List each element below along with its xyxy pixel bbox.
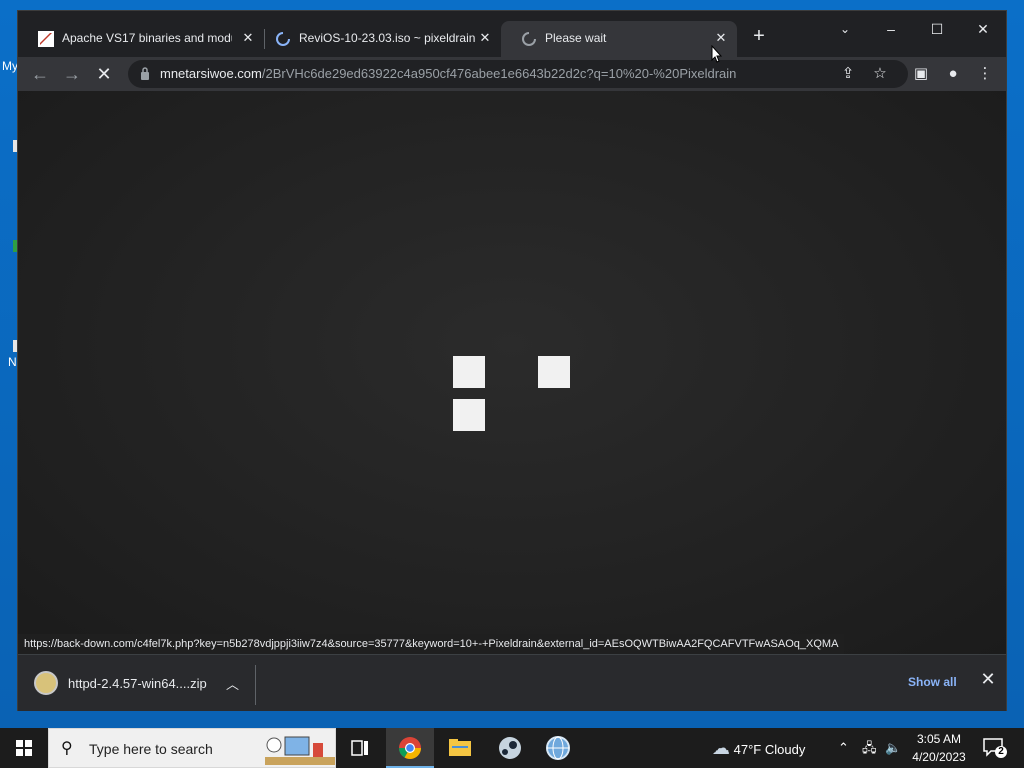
close-download-bar-icon[interactable]: ✕ <box>978 669 998 689</box>
maximize-button[interactable]: ☐ <box>914 15 960 43</box>
cloud-icon: ☁ <box>712 738 730 758</box>
url-host: mnetarsiwoe.com <box>160 66 262 81</box>
back-arrow-icon[interactable]: ← <box>28 62 52 86</box>
clock-time: 3:05 AM <box>916 732 962 746</box>
tab-search-button[interactable]: ⌄ <box>822 15 868 43</box>
apache-feather-icon <box>38 31 54 47</box>
loading-square <box>538 356 570 388</box>
loading-square <box>453 399 485 431</box>
notification-center-icon[interactable]: 2 <box>982 736 1008 760</box>
side-panel-icon[interactable]: ▣ <box>910 63 932 85</box>
browser-toolbar: ← → ✕ mnetarsiwoe.com/2BrVHc6de29ed63922… <box>18 57 1006 91</box>
close-tab-icon[interactable]: ✕ <box>477 30 493 46</box>
search-icon: ⚲ <box>61 740 73 757</box>
taskbar-search[interactable]: ⚲ Type here to search <box>48 728 336 768</box>
lock-icon[interactable] <box>140 67 150 80</box>
tab-reviOS[interactable]: ReviOS-10-23.03.iso ~ pixeldrain ✕ <box>255 21 495 57</box>
download-bar: httpd-2.4.57-win64....zip ︿ Show all ✕ <box>18 654 1006 711</box>
mouse-cursor-icon <box>711 45 723 63</box>
zip-file-icon <box>34 671 58 695</box>
file-explorer-icon[interactable] <box>436 728 484 768</box>
tab-strip: Apache VS17 binaries and modu ✕ ReviOS-1… <box>18 11 1006 57</box>
search-placeholder: Type here to search <box>89 741 213 757</box>
tab-title: Please wait <box>545 31 607 45</box>
url-path: /2BrVHc6de29ed63922c4a950cf476abee1e6643… <box>261 66 737 81</box>
chevron-up-icon[interactable]: ︿ <box>226 674 239 693</box>
tab-apache[interactable]: Apache VS17 binaries and modu ✕ <box>18 21 258 57</box>
link-status-bar: https://back-down.com/c4fel7k.php?key=n5… <box>18 634 845 654</box>
url-text[interactable]: mnetarsiwoe.com/2BrVHc6de29ed63922c4a950… <box>160 66 736 81</box>
tab-please-wait[interactable]: Please wait ✕ <box>501 21 737 57</box>
search-highlight-illustration-icon <box>265 736 335 765</box>
task-view-icon[interactable] <box>336 728 384 768</box>
windows-start-icon[interactable] <box>0 728 48 768</box>
volume-icon[interactable]: 🔈 <box>885 728 901 768</box>
clock[interactable]: 3:05 AM 4/20/2023 <box>906 730 972 766</box>
menu-kebab-icon[interactable]: ⋮ <box>974 63 996 85</box>
share-icon[interactable]: ⇪ <box>838 64 858 84</box>
weather-desc: Cloudy <box>764 742 806 757</box>
loading-spinner-icon <box>522 32 536 46</box>
network-globe-icon[interactable] <box>534 728 582 768</box>
tab-title: Apache VS17 binaries and modu <box>62 31 232 45</box>
close-window-button[interactable]: ✕ <box>960 15 1006 43</box>
desktop-icon-label[interactable]: My <box>2 59 18 73</box>
close-tab-icon[interactable]: ✕ <box>240 30 256 46</box>
download-file-name: httpd-2.4.57-win64....zip <box>68 676 207 691</box>
chrome-taskbar-icon[interactable] <box>386 728 434 768</box>
loading-spinner-icon <box>276 32 290 46</box>
show-hidden-icons-chevron-icon[interactable]: ⌃ <box>838 728 849 768</box>
stop-loading-icon[interactable]: ✕ <box>92 62 116 86</box>
desktop-icon-label[interactable]: N <box>8 355 17 369</box>
download-separator <box>255 665 256 705</box>
tab-title: ReviOS-10-23.03.iso ~ pixeldrain <box>299 31 476 45</box>
page-content: https://back-down.com/c4fel7k.php?key=n5… <box>18 91 1006 654</box>
weather-widget[interactable]: ☁ 47°F Cloudy <box>712 728 805 768</box>
loading-square <box>453 356 485 388</box>
minimize-button[interactable]: – <box>868 15 914 43</box>
weather-temp: 47°F <box>733 742 762 757</box>
network-icon[interactable]: 🖧 <box>862 728 877 768</box>
notification-count: 2 <box>998 746 1004 757</box>
download-item[interactable]: httpd-2.4.57-win64....zip ︿ <box>28 665 256 703</box>
profile-icon[interactable]: ● <box>942 63 964 85</box>
forward-arrow-icon[interactable]: → <box>60 62 84 86</box>
address-bar[interactable]: mnetarsiwoe.com/2BrVHc6de29ed63922c4a950… <box>128 60 908 88</box>
close-tab-icon[interactable]: ✕ <box>713 30 729 46</box>
steam-icon[interactable] <box>486 728 534 768</box>
clock-date: 4/20/2023 <box>912 750 966 764</box>
browser-window: Apache VS17 binaries and modu ✕ ReviOS-1… <box>17 10 1007 711</box>
show-all-button[interactable]: Show all <box>908 675 957 689</box>
bookmark-star-icon[interactable]: ☆ <box>870 64 890 84</box>
new-tab-button[interactable]: + <box>748 26 770 48</box>
taskbar: ⚲ Type here to search ☁ 47°F Cloudy ⌃ 🖧 … <box>0 728 1024 768</box>
